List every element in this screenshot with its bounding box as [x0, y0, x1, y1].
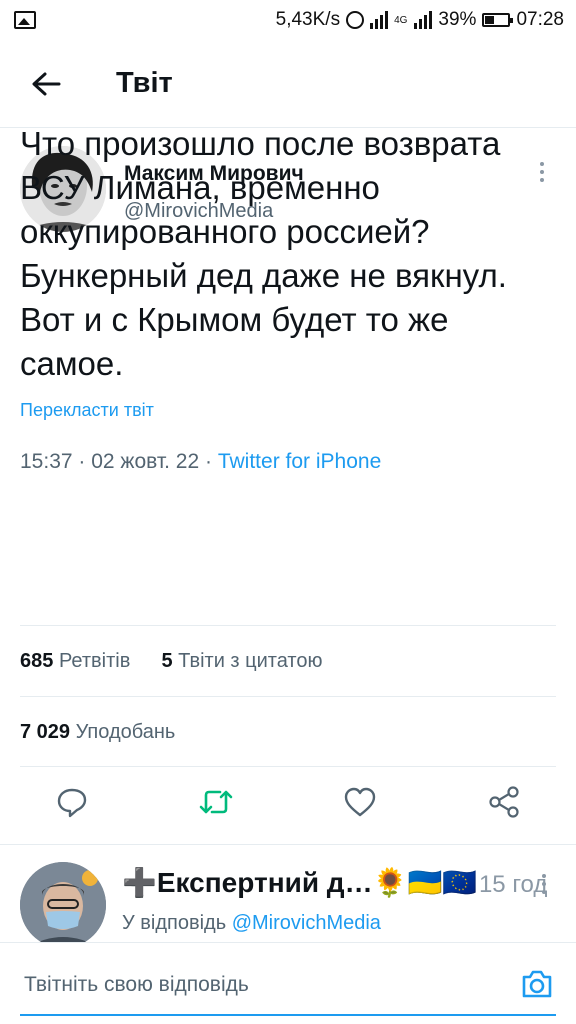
replying-to: У відповідь @MirovichMedia: [122, 912, 381, 934]
clock: 07:28: [516, 9, 564, 30]
reply-icon: [57, 788, 87, 818]
alarm-icon: [346, 11, 365, 29]
retweet-button[interactable]: [196, 782, 236, 822]
divider: [20, 696, 556, 697]
retweets-label: Ретвітів: [58, 650, 131, 672]
like-icon: [344, 787, 376, 817]
signal-icon-2: [414, 11, 433, 29]
share-icon: [489, 786, 519, 818]
reply-time: 15 год: [478, 871, 548, 898]
like-button[interactable]: [340, 782, 380, 822]
reply-composer: Твітніть свою відповідь: [0, 942, 576, 1024]
quotes-link[interactable]: 5 Твіти з цитатою: [161, 650, 322, 672]
reply-input[interactable]: Твітніть свою відповідь: [24, 973, 249, 997]
share-button[interactable]: [484, 782, 524, 822]
tweet-text: Что произошло после возврата ВСУ Лимана,…: [20, 125, 507, 382]
reply-button[interactable]: [52, 782, 92, 822]
back-button[interactable]: [26, 64, 66, 104]
more-dots-icon: [542, 874, 546, 878]
tweet-time: 15:37: [20, 450, 73, 473]
divider: [0, 844, 576, 845]
likes-link[interactable]: 7 029 Уподобань: [20, 721, 175, 744]
network-speed: 5,43K/s: [275, 9, 341, 30]
battery-percent: 39%: [438, 9, 477, 30]
reply-author-name[interactable]: ➕Експертний д…🌻🇺🇦🇪🇺 15 год: [122, 866, 547, 899]
image-notification-icon: [14, 11, 36, 29]
reply-more-options-button[interactable]: [542, 874, 546, 894]
retweets-count: 685: [20, 650, 54, 672]
arrow-left-icon: [32, 72, 61, 95]
tweet-timestamp: 15:37 · 02 жовт. 22 · Twitter for iPhone: [20, 450, 382, 473]
quotes-label: Твіти з цитатою: [178, 650, 323, 672]
translate-tweet-link[interactable]: Перекласти твіт: [20, 400, 154, 421]
likes-label: Уподобань: [75, 721, 176, 743]
network-type: 4G: [394, 14, 408, 26]
status-bar: 5,43K/s 4G 39% 07:28: [0, 0, 576, 40]
reply-author-avatar[interactable]: [20, 862, 106, 948]
divider: [20, 625, 556, 626]
tweet-date: 02 жовт. 22: [91, 450, 200, 473]
likes-count: 7 029: [20, 721, 71, 743]
quotes-count: 5: [161, 650, 173, 672]
battery-icon: [482, 13, 514, 27]
camera-icon: [522, 970, 552, 998]
page-title: Твіт: [116, 67, 173, 99]
tweet-source[interactable]: Twitter for iPhone: [218, 450, 381, 473]
replying-to-handle[interactable]: @MirovichMedia: [232, 912, 381, 934]
composer-underline: [20, 1014, 556, 1016]
camera-button[interactable]: [520, 967, 554, 1001]
divider: [20, 766, 556, 767]
tweet-stats-retweets: 685 Ретвітів 5 Твіти з цитатою: [20, 650, 322, 673]
retweets-link[interactable]: 685 Ретвітів: [20, 650, 130, 672]
retweet-icon: [199, 790, 233, 814]
tweet-actions: [0, 782, 576, 832]
top-app-bar: Твіт: [0, 40, 576, 128]
signal-icon: [370, 11, 389, 29]
